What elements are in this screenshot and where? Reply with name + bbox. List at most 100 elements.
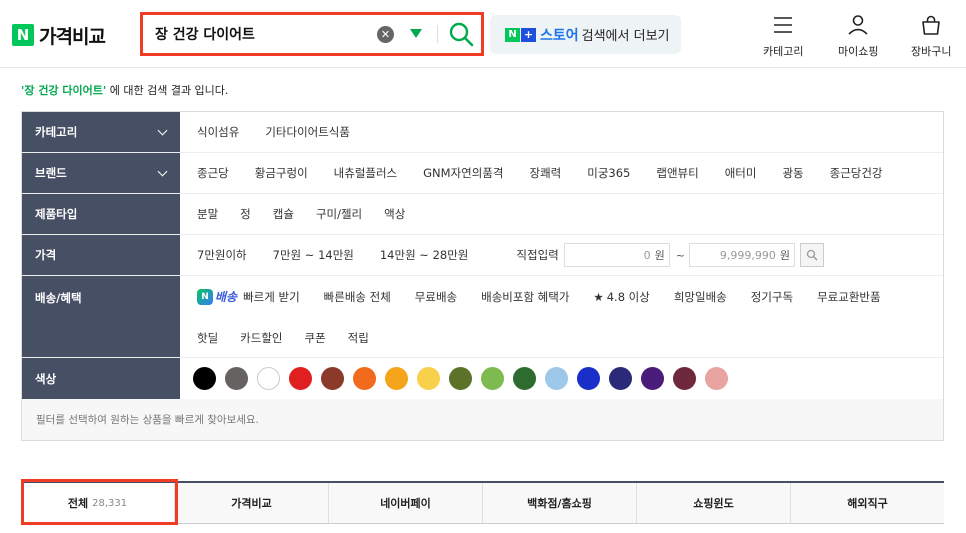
filter-panel: 카테고리 식이섬유 기타다이어트식품 브랜드 종근당 황금구렁이 내츄럴플러스 … [21,111,944,441]
filter-label-color: 색상 [22,358,180,399]
filter-row-price: 가격 7만원이하 7만원 ~ 14만원 14만원 ~ 28만원 직접입력 0 원… [22,235,943,276]
delivery-option[interactable]: 배송비포함 혜택가 [481,289,569,305]
header: N 가격비교 ✕ N + 스토어 검색에서 더보기 카테고리 마이 [0,0,966,68]
star-icon: ★ [593,289,604,304]
divider [437,25,438,43]
color-swatch[interactable] [353,367,376,390]
menu-myshopping[interactable]: 마이쇼핑 [838,13,878,59]
price-tilde: ~ [675,248,685,262]
color-swatch[interactable] [705,367,728,390]
price-option[interactable]: 14만원 ~ 28만원 [380,247,469,263]
color-swatch[interactable] [289,367,312,390]
benefit-option[interactable]: 쿠폰 [305,330,326,346]
color-swatch[interactable] [545,367,568,390]
brand-option[interactable]: 황금구렁이 [255,165,308,181]
brand-option[interactable]: 애터미 [725,165,757,181]
color-swatch[interactable] [673,367,696,390]
tab-price-compare[interactable]: 가격비교 [175,483,329,523]
menu-myshopping-label: 마이쇼핑 [838,45,879,58]
search-input[interactable] [155,22,370,46]
benefit-option[interactable]: 핫딜 [197,330,218,346]
caret-down-icon[interactable] [410,29,422,38]
result-keyword: '장 건강 다이어트' [21,84,107,97]
search-icon [806,249,818,261]
type-option[interactable]: 구미/젤리 [316,206,362,222]
benefit-option[interactable]: 적립 [348,330,369,346]
filter-options-delivery-line2: 핫딜 카드할인 쿠폰 적립 [197,317,391,358]
price-min-input[interactable]: 0 원 [563,243,670,267]
color-swatch[interactable] [257,367,280,390]
menu-cart[interactable]: 장바구니 [911,13,951,59]
tab-department-homeshopping[interactable]: 백화점/홈쇼핑 [483,483,637,523]
type-option[interactable]: 정 [240,206,251,222]
price-option[interactable]: 7만원 ~ 14만원 [273,247,354,263]
smartstore-search-button[interactable]: N + 스토어 검색에서 더보기 [490,15,681,54]
clear-icon[interactable]: ✕ [377,26,394,43]
type-option[interactable]: 액상 [384,206,405,222]
tab-overseas[interactable]: 해외직구 [791,483,944,523]
delivery-option[interactable]: 빠른배송 전체 [324,289,391,305]
menu-cart-label: 장바구니 [911,45,952,58]
brand-option[interactable]: 내츄럴플러스 [334,165,397,181]
price-search-button[interactable] [799,243,824,267]
delivery-option[interactable]: 희망일배송 [674,289,727,305]
category-option[interactable]: 식이섬유 [197,124,239,140]
chevron-down-icon [157,166,168,177]
chevron-down-icon [157,125,168,136]
brand-option[interactable]: 종근당건강 [830,165,883,181]
color-swatch[interactable] [641,367,664,390]
brand-option[interactable]: 미궁365 [587,165,630,181]
price-direct-label: 직접입력 [516,248,559,262]
color-swatch[interactable] [449,367,472,390]
result-tabs: 전체 28,331 가격비교 네이버페이 백화점/홈쇼핑 쇼핑윈도 해외직구 [21,481,944,524]
filter-hint: 필터를 선택하여 원하는 상품을 빠르게 찾아보세요. [22,399,943,440]
menu-category-label: 카테고리 [763,45,804,58]
type-option[interactable]: 캡슐 [273,206,294,222]
brand-option[interactable]: 랩앤뷰티 [656,165,698,181]
delivery-option[interactable]: 정기구독 [751,289,793,305]
brand-option[interactable]: 장쾌력 [529,165,561,181]
rating-option[interactable]: ★ 4.8 이상 [593,289,649,305]
price-max-input[interactable]: 9,999,990 원 [688,243,795,267]
search-box: ✕ [140,12,484,56]
filter-row-product-type: 제품타입 분말 정 캡슐 구미/젤리 액상 [22,194,943,235]
delivery-option[interactable]: 무료배송 [415,289,457,305]
brand-option[interactable]: 광동 [782,165,803,181]
tab-all[interactable]: 전체 28,331 [21,483,175,523]
brand-option[interactable]: GNM자연의품격 [423,165,503,181]
n-delivery-icon: N [197,288,213,305]
tab-shopping-window[interactable]: 쇼핑윈도 [637,483,791,523]
color-swatch[interactable] [577,367,600,390]
n-delivery-option[interactable]: N 배송 [197,288,237,305]
category-option[interactable]: 기타다이어트식품 [265,124,350,140]
store-rest-label: 검색에서 더보기 [581,29,670,44]
price-option[interactable]: 7만원이하 [197,247,247,263]
search-icon[interactable] [447,20,475,48]
benefit-option[interactable]: 카드할인 [240,330,282,346]
color-swatch[interactable] [193,367,216,390]
type-option[interactable]: 분말 [197,206,218,222]
filter-label-delivery: 배송/혜택 [22,276,180,357]
color-swatch[interactable] [513,367,536,390]
tab-naver-pay[interactable]: 네이버페이 [329,483,483,523]
delivery-option[interactable]: 빠르게 받기 [243,289,300,305]
filter-options-category: 식이섬유 기타다이어트식품 [197,112,376,152]
filter-options-delivery-line1: N 배송 빠르게 받기 빠른배송 전체 무료배송 배송비포함 혜택가 ★ 4.8 … [197,276,881,317]
color-swatch[interactable] [481,367,504,390]
color-swatch[interactable] [609,367,632,390]
menu-category[interactable]: 카테고리 [763,13,803,59]
cart-icon [922,15,941,35]
filter-options-product-type: 분말 정 캡슐 구미/젤리 액상 [197,194,427,234]
naver-shopping-logo[interactable]: N 가격비교 [12,23,106,48]
color-swatch[interactable] [417,367,440,390]
filter-label-category[interactable]: 카테고리 [22,112,180,152]
naver-plus-icon: N + [505,27,536,42]
color-swatches [193,358,737,399]
color-swatch[interactable] [385,367,408,390]
color-swatch[interactable] [225,367,248,390]
color-swatch[interactable] [321,367,344,390]
brand-option[interactable]: 종근당 [197,165,229,181]
user-icon [848,15,868,35]
delivery-option[interactable]: 무료교환반품 [817,289,880,305]
filter-label-brand[interactable]: 브랜드 [22,153,180,193]
